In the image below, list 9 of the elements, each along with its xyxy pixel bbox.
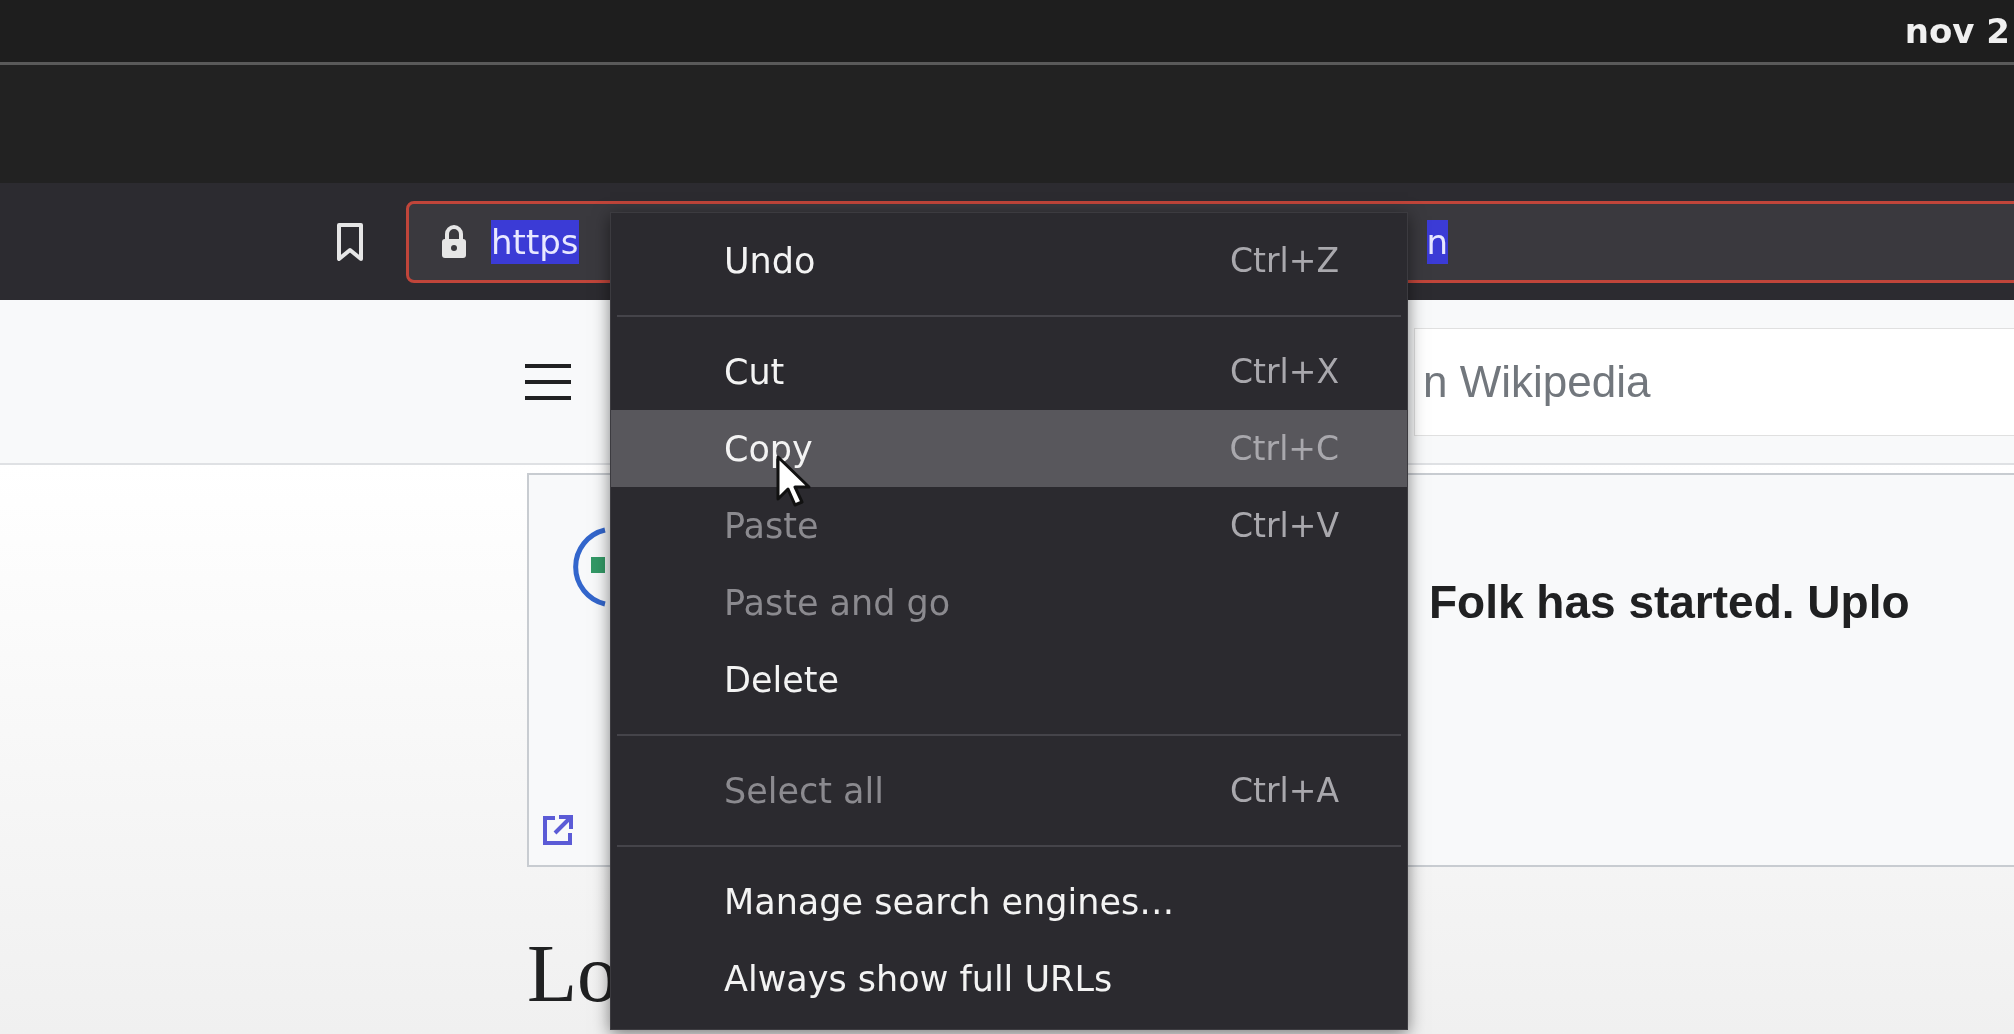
shortcut-text: Ctrl+A [1230, 771, 1339, 810]
selected-url-text: n [1426, 219, 1449, 264]
shortcut-text: Ctrl+Z [1230, 241, 1339, 280]
banner-text: Folk has started. Uplo [1429, 575, 1910, 629]
shortcut-text: Ctrl+C [1229, 429, 1339, 468]
shortcut-text: Ctrl+V [1230, 506, 1339, 545]
clock: nov 2 [1904, 11, 2010, 51]
selected-url-text: https [491, 219, 579, 264]
shortcut-text: Ctrl+X [1230, 352, 1339, 391]
